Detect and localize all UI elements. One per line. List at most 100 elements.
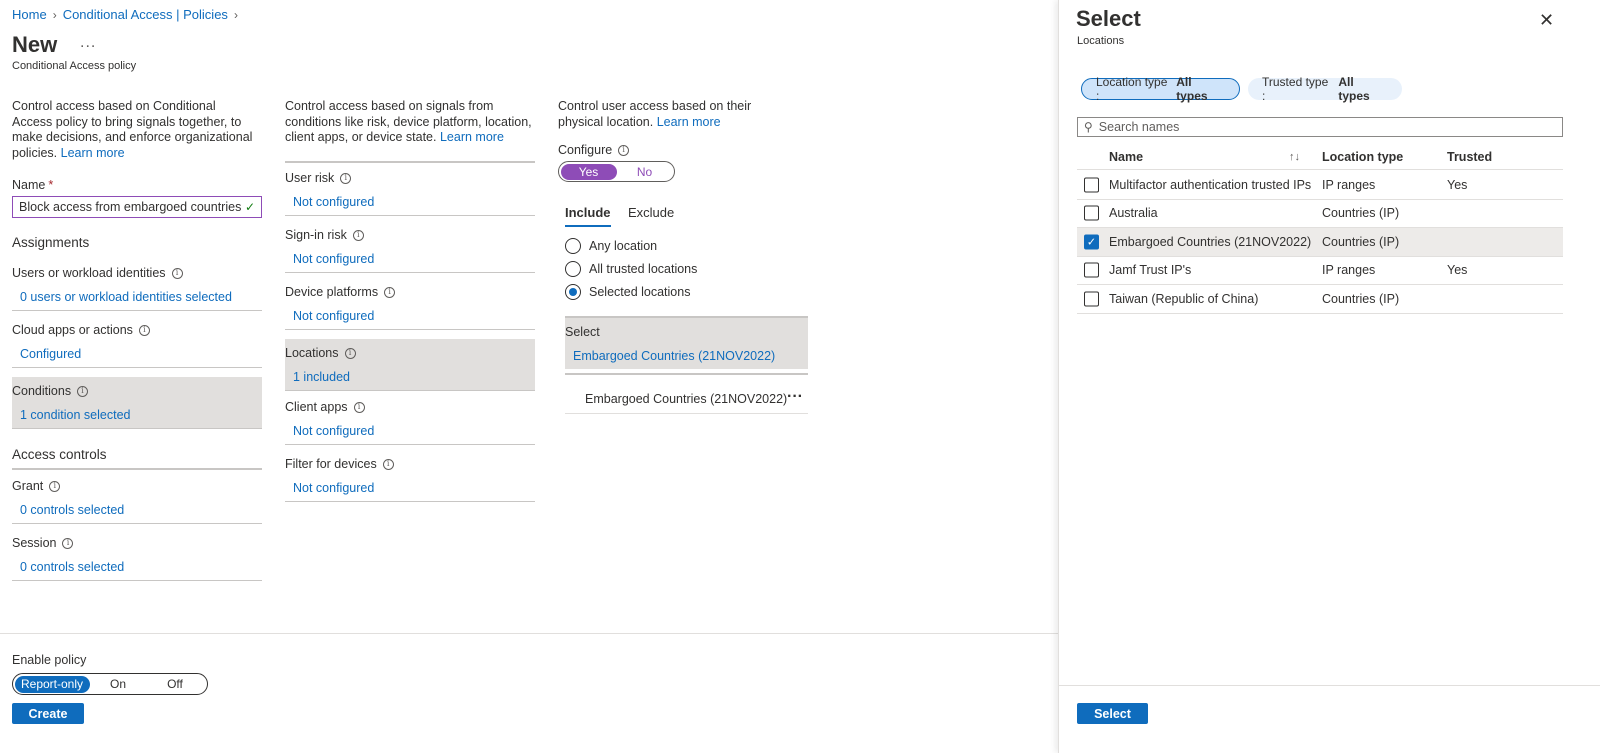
info-icon: i (171, 267, 183, 279)
table-row[interactable]: Australia Countries (IP) (1077, 200, 1563, 228)
info-icon: i (352, 229, 364, 241)
trusted-type-filter[interactable]: Trusted type : All types (1248, 75, 1402, 103)
user-risk-value[interactable]: Not configured (285, 195, 535, 209)
create-button[interactable]: Create (12, 703, 84, 724)
select-locations-box[interactable]: Select Embargoed Countries (21NOV2022) (565, 318, 808, 369)
policy-name-value: Block access from embargoed countries (19, 200, 242, 214)
table-row[interactable]: Multifactor authentication trusted IPs I… (1077, 171, 1563, 200)
col-type-header[interactable]: Location type (1322, 150, 1403, 164)
row-checkbox-checked[interactable]: ✓ (1084, 234, 1099, 250)
sign-in-risk-value[interactable]: Not configured (285, 252, 535, 266)
select-locations-panel: Select Locations ✕ Location type : All ty… (1058, 0, 1600, 753)
table-row[interactable]: Jamf Trust IP's IP ranges Yes (1077, 257, 1563, 285)
close-icon[interactable]: ✕ (1539, 10, 1554, 31)
configure-toggle[interactable]: Yes No (558, 161, 675, 182)
conditions-item[interactable]: Conditions i 1 condition selected (12, 377, 262, 429)
location-type-filter[interactable]: Location type : All types (1081, 75, 1240, 103)
filter-key: Trusted type : (1262, 75, 1329, 103)
row-type: IP ranges (1322, 177, 1376, 192)
row-trusted: Yes (1447, 177, 1468, 192)
locations-item[interactable]: Locations i 1 included (285, 339, 535, 391)
session-label: Session (12, 536, 57, 550)
configure-no-option[interactable]: No (617, 164, 673, 180)
session-value[interactable]: 0 controls selected (12, 560, 262, 574)
filter-value: All types (1176, 75, 1208, 103)
divider (12, 468, 262, 470)
user-risk-label: User risk (285, 171, 335, 185)
tab-include[interactable]: Include (565, 205, 611, 227)
radio-selected-locations[interactable]: Selected locations (565, 284, 690, 300)
name-label-text: Name (12, 178, 46, 192)
locations-description: Control user access based on their physi… (558, 99, 798, 130)
info-icon: i (344, 347, 356, 359)
radio-button[interactable] (565, 238, 581, 254)
session-item[interactable]: Session i 0 controls selected (12, 529, 262, 581)
cloud-apps-item[interactable]: Cloud apps or actions i Configured (12, 316, 262, 368)
divider (565, 373, 808, 375)
sign-in-risk-label: Sign-in risk (285, 228, 347, 242)
learn-more-link[interactable]: Learn more (61, 146, 125, 160)
row-name: Multifactor authentication trusted IPs (1109, 177, 1312, 192)
more-options-icon[interactable]: ··· (787, 388, 803, 406)
select-value[interactable]: Embargoed Countries (21NOV2022) (573, 349, 775, 363)
filter-devices-value[interactable]: Not configured (285, 481, 535, 495)
policy-name-input[interactable]: Block access from embargoed countries ✓ (12, 196, 262, 218)
radio-button-selected[interactable] (565, 284, 581, 300)
learn-more-link[interactable]: Learn more (657, 115, 721, 129)
off-option[interactable]: Off (147, 676, 204, 693)
row-checkbox[interactable] (1084, 291, 1099, 307)
search-input[interactable]: ⚲ Search names (1077, 117, 1563, 137)
row-checkbox[interactable] (1084, 177, 1099, 193)
grant-item[interactable]: Grant i 0 controls selected (12, 472, 262, 524)
select-button[interactable]: Select (1077, 703, 1148, 724)
panel-title: Select (1076, 6, 1141, 31)
table-row[interactable]: Taiwan (Republic of China) Countries (IP… (1077, 285, 1563, 314)
row-name: Jamf Trust IP's (1109, 263, 1192, 278)
page-title: New (12, 32, 58, 57)
cloud-apps-value[interactable]: Configured (12, 347, 262, 361)
info-icon: i (62, 537, 74, 549)
col-trusted-header[interactable]: Trusted (1447, 150, 1492, 164)
breadcrumb-policies[interactable]: Conditional Access | Policies (63, 7, 228, 22)
conditions-value[interactable]: 1 condition selected (12, 408, 262, 422)
breadcrumb-home[interactable]: Home (12, 7, 47, 22)
row-type: Countries (IP) (1322, 291, 1400, 306)
enable-policy-toggle[interactable]: Report-only On Off (12, 673, 208, 695)
radio-button[interactable] (565, 261, 581, 277)
enable-policy-label: Enable policy (12, 653, 87, 667)
radio-all-trusted[interactable]: All trusted locations (565, 261, 697, 277)
user-risk-item[interactable]: User risk i Not configured (285, 164, 535, 216)
col-name-header[interactable]: Name (1109, 150, 1143, 164)
name-label: Name * (12, 178, 53, 192)
selected-location-item: Embargoed Countries (21NOV2022) (585, 392, 788, 406)
configure-yes-option[interactable]: Yes (560, 163, 617, 180)
client-apps-item[interactable]: Client apps i Not configured (285, 393, 535, 445)
grant-value[interactable]: 0 controls selected (12, 503, 262, 517)
more-options-icon[interactable]: ... (80, 34, 96, 52)
row-checkbox[interactable] (1084, 205, 1099, 221)
learn-more-link[interactable]: Learn more (440, 130, 504, 144)
device-platforms-label: Device platforms (285, 285, 379, 299)
radio-label: All trusted locations (589, 262, 698, 276)
required-marker: * (48, 178, 54, 192)
on-option[interactable]: On (90, 676, 147, 693)
report-only-option[interactable]: Report-only (14, 675, 90, 693)
users-value[interactable]: 0 users or workload identities selected (12, 290, 262, 304)
device-platforms-value[interactable]: Not configured (285, 309, 535, 323)
radio-any-location[interactable]: Any location (565, 238, 657, 254)
locations-value[interactable]: 1 included (285, 370, 535, 384)
filter-devices-item[interactable]: Filter for devices i Not configured (285, 450, 535, 502)
device-platforms-item[interactable]: Device platforms i Not configured (285, 278, 535, 330)
client-apps-value[interactable]: Not configured (285, 424, 535, 438)
table-row[interactable]: ✓ Embargoed Countries (21NOV2022) Countr… (1077, 228, 1563, 257)
policy-description-text: Control access based on Conditional Acce… (12, 99, 253, 160)
divider (285, 161, 535, 163)
sign-in-risk-item[interactable]: Sign-in risk i Not configured (285, 221, 535, 273)
sort-icon[interactable]: ↑↓ (1289, 151, 1300, 163)
configure-label-text: Configure (558, 143, 613, 157)
users-item[interactable]: Users or workload identities i 0 users or… (12, 259, 262, 311)
users-label: Users or workload identities (12, 266, 166, 280)
tab-exclude[interactable]: Exclude (628, 205, 674, 220)
row-checkbox[interactable] (1084, 262, 1099, 278)
checkmark-icon: ✓ (244, 200, 255, 214)
